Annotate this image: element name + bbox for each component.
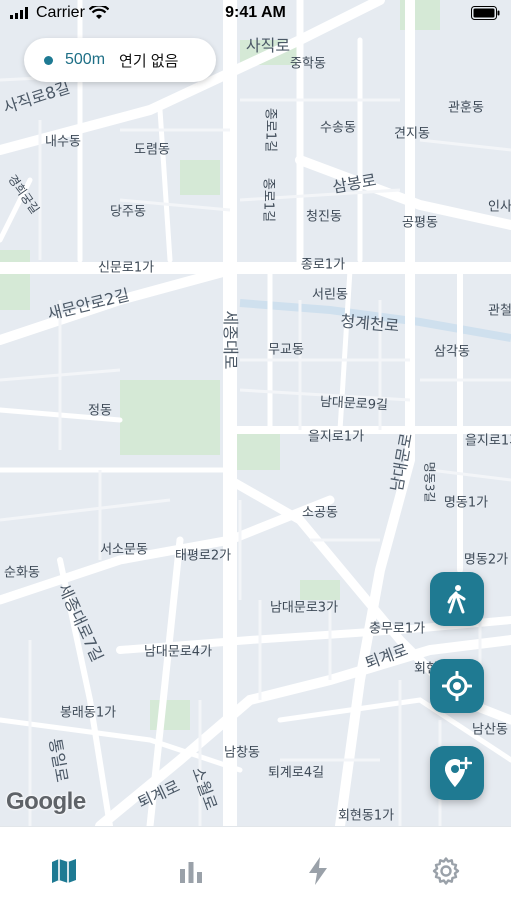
map-label: 회현동1가 bbox=[337, 808, 395, 824]
locate-icon bbox=[442, 671, 472, 701]
lightning-icon bbox=[309, 857, 327, 885]
distance-label: 500m bbox=[65, 51, 106, 68]
map-label: 명동1가 bbox=[443, 495, 489, 511]
map-label: 관철 bbox=[488, 303, 511, 319]
map-label: 소공동 bbox=[302, 505, 338, 521]
map-label: 종로1길 bbox=[262, 107, 278, 153]
map-label: 견지동 bbox=[394, 126, 430, 142]
map-label: 을지로1가 bbox=[464, 433, 511, 449]
map-label: 공평동 bbox=[402, 215, 438, 231]
add-location-button[interactable] bbox=[430, 746, 484, 800]
map-label: 내수동 bbox=[45, 134, 81, 150]
locate-button[interactable] bbox=[430, 659, 484, 713]
tab-activity[interactable] bbox=[298, 851, 338, 891]
map-label: 청계천로 bbox=[339, 311, 401, 336]
map-label: 남창동 bbox=[224, 745, 260, 761]
map-label: 봉래동1가 bbox=[59, 705, 117, 721]
gear-icon bbox=[432, 857, 460, 885]
tab-map[interactable] bbox=[44, 851, 84, 891]
map-label: 도렴동 bbox=[134, 142, 170, 158]
map-label: 순화동 bbox=[4, 565, 40, 581]
map-label: 서린동 bbox=[312, 287, 348, 303]
status-bar: Carrier 9:41 AM bbox=[0, 0, 511, 28]
map-label: 명동3길 bbox=[422, 461, 437, 503]
map-label: 을지로1가 bbox=[307, 429, 365, 445]
carrier: Carrier bbox=[10, 4, 109, 22]
walk-button[interactable] bbox=[430, 572, 484, 626]
map-label: 삼각동 bbox=[434, 344, 470, 360]
map-label: 남산동 bbox=[472, 722, 508, 738]
map-label: 중학동 bbox=[290, 56, 326, 72]
map-label: 정동 bbox=[88, 403, 112, 419]
map-label: 명동2가 bbox=[463, 552, 509, 568]
map-label: 청진동 bbox=[306, 209, 342, 225]
carrier-label: Carrier bbox=[36, 4, 85, 21]
map-label: 종로1길 bbox=[260, 177, 276, 223]
bar-chart-icon bbox=[180, 862, 202, 883]
walk-icon bbox=[447, 585, 466, 614]
map-label: 관훈동 bbox=[448, 100, 484, 116]
map-label: 남대문로3가 bbox=[269, 600, 339, 616]
map-label: 충무로1가 bbox=[368, 621, 426, 637]
map-label: 퇴계로4길 bbox=[267, 765, 325, 781]
status-dot bbox=[44, 55, 53, 65]
clock: 9:41 AM bbox=[225, 4, 286, 21]
map-label: 신문로1가 bbox=[97, 260, 155, 276]
map-icon bbox=[52, 859, 76, 883]
filter-pill[interactable]: 500m 연기 없음 bbox=[24, 38, 216, 82]
add-location-icon bbox=[445, 757, 472, 787]
google-attribution: Google bbox=[6, 788, 86, 815]
wifi-icon bbox=[88, 6, 109, 19]
map-label: 종로1가 bbox=[300, 257, 346, 273]
signal-icon bbox=[10, 7, 28, 19]
map-label: 당주동 bbox=[110, 204, 146, 220]
battery-icon bbox=[471, 6, 500, 20]
smoke-status-label: 연기 없음 bbox=[119, 52, 179, 70]
map-label: 무교동 bbox=[268, 342, 304, 358]
map-label: 사직로 bbox=[245, 36, 291, 55]
map-label: 인사 bbox=[488, 199, 511, 215]
map-label: 세종대로 bbox=[221, 310, 240, 370]
tab-bar bbox=[0, 826, 511, 910]
map-label: 수송동 bbox=[320, 120, 356, 136]
map-label: 남대문로4가 bbox=[143, 644, 213, 660]
tab-settings[interactable] bbox=[426, 851, 466, 891]
map-label: 태평로2가 bbox=[174, 548, 232, 564]
map-label: 남대문로9길 bbox=[319, 394, 389, 414]
tab-stats[interactable] bbox=[171, 851, 211, 891]
map-label: 서소문동 bbox=[100, 542, 148, 558]
